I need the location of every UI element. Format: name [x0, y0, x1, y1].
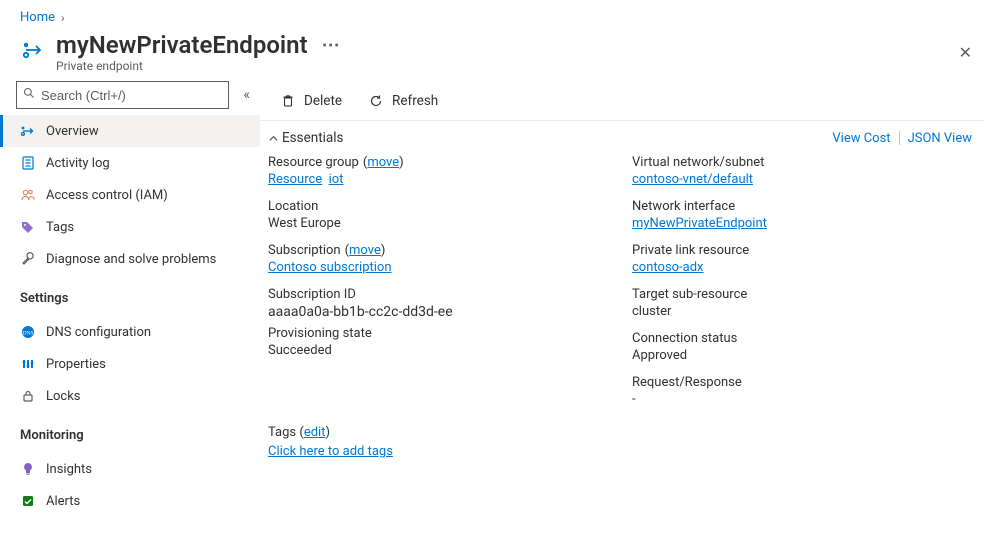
sidebar-item-diagnose[interactable]: Diagnose and solve problems — [0, 243, 260, 275]
dns-icon: DNS — [20, 324, 36, 340]
sidebar-group-settings: Settings — [16, 275, 260, 312]
page-header: myNewPrivateEndpoint ⋯ Private endpoint … — [0, 27, 1000, 81]
search-box — [16, 81, 229, 109]
endpoint-icon — [20, 123, 36, 139]
chevron-right-icon: › — [61, 11, 65, 25]
command-bar: Delete Refresh — [260, 81, 984, 121]
sidebar-item-label: Alerts — [46, 494, 80, 509]
properties-icon — [20, 356, 36, 372]
log-icon — [20, 155, 36, 171]
field-private-link-resource: Private link resource contoso-adx — [632, 243, 976, 275]
sidebar-item-insights[interactable]: Insights — [0, 453, 260, 485]
sidebar-item-alerts[interactable]: Alerts — [0, 485, 260, 517]
insights-icon — [20, 461, 36, 477]
sidebar-item-activity-log[interactable]: Activity log — [0, 147, 260, 179]
field-subscription-id: Subscription ID aaaa0a0a-bb1b-cc2c-dd3d-… — [268, 287, 612, 320]
lock-icon — [20, 388, 36, 404]
close-button[interactable]: ✕ — [955, 39, 976, 66]
sidebar-item-label: Access control (IAM) — [46, 188, 168, 203]
private-endpoint-icon — [20, 37, 46, 63]
field-connection-status: Connection status Approved — [632, 331, 976, 363]
vnet-subnet-link[interactable]: contoso-vnet/default — [632, 172, 753, 187]
field-subscription: Subscription (move) Contoso subscription — [268, 243, 612, 275]
field-resource-group: Resource group (move) Resource iot — [268, 155, 612, 187]
sidebar-item-label: Locks — [46, 389, 81, 404]
sidebar-item-label: Tags — [46, 220, 74, 235]
sidebar-item-locks[interactable]: Locks — [0, 380, 260, 412]
main-content: Delete Refresh Essentials View Cost JSON… — [260, 81, 1000, 479]
field-request-response: Request/Response - — [632, 375, 976, 407]
field-provisioning-state: Provisioning state Succeeded — [268, 326, 612, 358]
sidebar-item-label: Insights — [46, 462, 92, 477]
network-interface-link[interactable]: myNewPrivateEndpoint — [632, 216, 767, 231]
page-subtitle: Private endpoint — [56, 59, 341, 73]
sidebar-item-label: Properties — [46, 357, 106, 372]
delete-label: Delete — [304, 93, 342, 109]
essentials-grid: Resource group (move) Resource iot Locat… — [260, 155, 984, 407]
chevron-up-icon — [264, 133, 282, 144]
json-view-link[interactable]: JSON View — [900, 131, 980, 146]
view-cost-link[interactable]: View Cost — [824, 131, 898, 146]
sidebar-item-label: DNS configuration — [46, 325, 151, 340]
trash-icon — [280, 93, 296, 109]
page-title: myNewPrivateEndpoint — [56, 31, 308, 59]
field-vnet-subnet: Virtual network/subnet contoso-vnet/defa… — [632, 155, 976, 187]
sidebar-group-monitoring: Monitoring — [16, 412, 260, 449]
resource-group-link-1[interactable]: Resource — [268, 172, 322, 187]
tag-icon — [20, 219, 36, 235]
refresh-label: Refresh — [392, 93, 438, 109]
search-icon — [23, 87, 35, 103]
tags-edit-link[interactable]: edit — [304, 425, 326, 440]
sidebar-item-label: Diagnose and solve problems — [46, 252, 216, 267]
sidebar-item-access-control[interactable]: Access control (IAM) — [0, 179, 260, 211]
field-target-sub-resource: Target sub-resource cluster — [632, 287, 976, 319]
sidebar-item-tags[interactable]: Tags — [0, 211, 260, 243]
field-network-interface: Network interface myNewPrivateEndpoint — [632, 199, 976, 231]
people-icon — [20, 187, 36, 203]
subscription-move-link[interactable]: move — [349, 243, 381, 258]
private-link-resource-link[interactable]: contoso-adx — [632, 260, 704, 275]
search-input[interactable] — [41, 88, 222, 103]
essentials-header[interactable]: Essentials View Cost JSON View — [260, 121, 984, 155]
breadcrumb: Home › — [0, 0, 1000, 27]
more-menu-button[interactable]: ⋯ — [322, 35, 341, 56]
svg-text:DNS: DNS — [22, 331, 33, 337]
sidebar: « Overview Activity log — [0, 81, 260, 537]
refresh-button[interactable]: Refresh — [358, 89, 448, 113]
sidebar-item-overview[interactable]: Overview — [0, 115, 260, 147]
sidebar-item-label: Activity log — [46, 156, 110, 171]
resource-group-link-2[interactable]: iot — [329, 172, 344, 187]
breadcrumb-home[interactable]: Home — [20, 10, 55, 25]
field-tags: Tags (edit) Click here to add tags — [260, 407, 984, 459]
essentials-title: Essentials — [282, 130, 344, 146]
delete-button[interactable]: Delete — [270, 89, 352, 113]
add-tags-link[interactable]: Click here to add tags — [268, 444, 393, 459]
field-location: Location West Europe — [268, 199, 612, 231]
alerts-icon — [20, 493, 36, 509]
sidebar-item-dns-configuration[interactable]: DNS DNS configuration — [0, 316, 260, 348]
subscription-link[interactable]: Contoso subscription — [268, 260, 392, 275]
sidebar-item-label: Overview — [46, 124, 99, 139]
refresh-icon — [368, 93, 384, 109]
wrench-icon — [20, 251, 36, 267]
resource-group-move-link[interactable]: move — [367, 155, 399, 170]
collapse-sidebar-button[interactable]: « — [239, 83, 254, 107]
sidebar-item-properties[interactable]: Properties — [0, 348, 260, 380]
